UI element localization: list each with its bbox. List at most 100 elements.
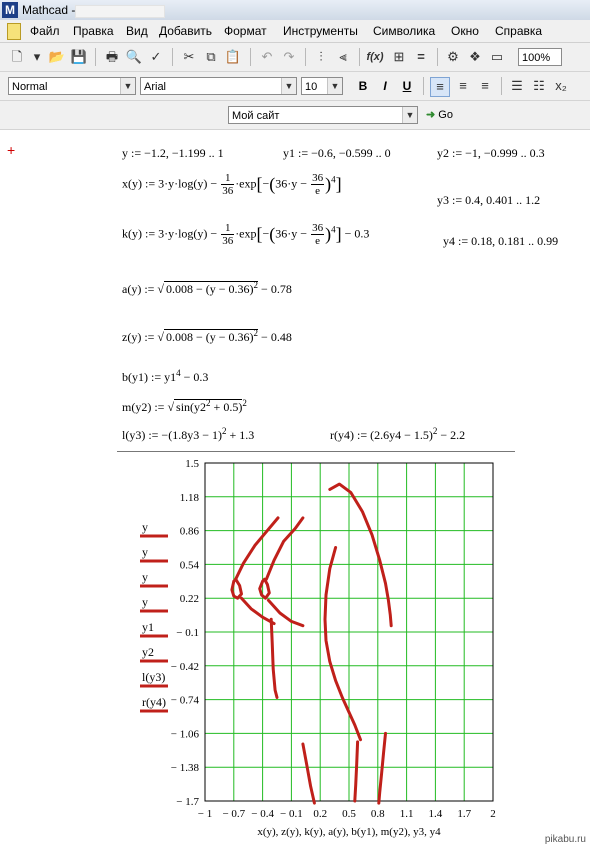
align-down-icon[interactable]: ⫷ [334,48,352,66]
toolbar-separator [437,48,438,66]
x-tick-label: 1.4 [429,808,443,820]
component-wizard-icon[interactable]: ⚙ [444,48,462,66]
insert-unit-icon[interactable]: ⊞ [390,48,408,66]
window-icon[interactable]: ▭ [488,48,506,66]
series-line [301,742,316,805]
series-line [269,617,279,699]
menu-bar: Файл Правка Вид Добавить Формат Инструме… [0,20,590,43]
align-center-icon[interactable]: ≡ [454,77,472,95]
go-button[interactable]: ➜ Go [426,106,453,124]
menu-tools[interactable]: Инструменты [283,24,358,38]
x-tick-label: 1.7 [457,808,471,820]
print-icon[interactable]: 🖶 [103,48,121,66]
y-tick-label: − 1.7 [176,796,199,808]
menu-window[interactable]: Окно [451,24,479,38]
legend-entry: l(y3) [142,670,165,684]
x-axis-label: x(y), z(y), k(y), a(y), b(y1), m(y2), y3… [257,826,441,838]
redacted-filename [75,5,165,18]
mathcad-logo-icon: M [2,2,18,18]
bold-button[interactable]: B [354,77,372,95]
resource-center-icon[interactable]: ❖ [466,48,484,66]
underline-button[interactable]: U [398,77,416,95]
series-line [258,577,271,600]
cut-icon[interactable]: ✂ [180,48,198,66]
chevron-down-icon[interactable]: ▼ [327,78,342,94]
toolbar-separator [250,48,251,66]
x-tick-label: 0.5 [342,808,356,820]
xy-plot[interactable]: − 1 − 0.7 − 0.4 − 0.1 0.2 0.5 0.8 1.1 1.4 1.7 2 1.5… [0,130,590,848]
toolbar-separator [305,48,306,66]
style-value: Normal [12,81,48,93]
y-tick-label: − 1.06 [171,728,200,740]
y-tick-label: − 0.1 [176,627,199,639]
y-tick-label: − 0.42 [171,661,199,673]
zoom-value: 100% [522,52,551,64]
x-tick-label: 2 [490,808,496,820]
legend-entry: y2 [142,645,154,659]
y-tick-label: 0.86 [180,526,200,538]
redo-icon[interactable]: ↷ [280,48,298,66]
legend-entry: y [142,570,148,584]
window-title: Mathcad - [22,3,76,17]
x-tick-label: 1.1 [400,808,414,820]
menu-help[interactable]: Справка [495,24,542,38]
series-line [230,577,243,600]
series-line [353,740,360,803]
menu-view[interactable]: Вид [126,24,148,38]
x-tick-label: − 1 [198,808,212,820]
y-tick-label: 1.5 [185,458,199,470]
print-preview-icon[interactable]: 🔍 [125,48,143,66]
y-tick-label: − 0.74 [171,695,200,707]
insert-function-icon[interactable]: f(x) [366,48,384,66]
italic-button[interactable]: I [376,77,394,95]
toolbar-separator [172,48,173,66]
copy-icon[interactable]: ⧉ [202,48,220,66]
site-combo[interactable]: Мой сайт ▼ [228,106,418,124]
open-folder-icon[interactable]: 📂 [48,48,66,66]
new-document-icon[interactable]: 🗋 [8,48,26,66]
align-left-icon[interactable]: ≡ [430,77,450,97]
subscript-icon[interactable]: x₂ [552,77,570,95]
chevron-down-icon[interactable]: ▼ [281,78,296,94]
resources-toolbar: Мой сайт ▼ ➜ Go [0,101,590,130]
align-across-icon[interactable]: ⫶ [312,48,330,66]
legend-entry: y [142,595,148,609]
font-value: Arial [144,81,167,93]
series-line [377,731,387,805]
style-combo[interactable]: Normal ▼ [8,77,136,95]
align-right-icon[interactable]: ≡ [476,77,494,95]
menu-format[interactable]: Формат [224,24,267,38]
chevron-down-icon[interactable]: ▼ [402,107,417,123]
menu-file[interactable]: Файл [30,24,60,38]
go-label: Go [438,109,453,121]
font-size-combo[interactable]: 10 ▼ [301,77,343,95]
legend-entry: r(y4) [142,695,166,709]
spell-check-icon[interactable]: ✓ [147,48,165,66]
save-icon[interactable]: 💾 [70,48,88,66]
worksheet[interactable]: + y := −1.2, −1.199 .. 1 y1 := −0.6, −0.… [0,130,590,848]
chevron-down-icon[interactable]: ▼ [120,78,135,94]
menu-insert[interactable]: Добавить [159,24,212,38]
document-icon[interactable] [7,23,21,40]
y-tick-label: 1.18 [180,492,200,504]
menu-edit[interactable]: Правка [73,24,114,38]
go-arrow-icon: ➜ [426,109,436,121]
calculate-icon[interactable]: = [412,48,430,66]
watermark: pikabu.ru [544,834,586,845]
numbering-icon[interactable]: ☷ [530,77,548,95]
undo-icon[interactable]: ↶ [258,48,276,66]
series-line [323,546,362,742]
paste-icon[interactable]: 📋 [224,48,242,66]
y-tick-label: 0.22 [180,593,199,605]
legend-entry: y [142,520,148,534]
font-combo[interactable]: Arial ▼ [140,77,297,95]
bullets-icon[interactable]: ☰ [508,77,526,95]
zoom-combo[interactable]: 100% [518,48,562,66]
x-tick-label: − 0.1 [280,808,303,820]
formatting-toolbar: Normal ▼ Arial ▼ 10 ▼ B I U ≡ ≡ ≡ ☰ ☷ x₂ [0,72,590,101]
toolbar-separator [359,48,360,66]
dropdown-arrow-icon[interactable]: ▾ [28,48,46,66]
x-tick-label: 0.2 [313,808,327,820]
menu-symbolics[interactable]: Символика [373,24,435,38]
standard-toolbar: 🗋 ▾ 📂 💾 🖶 🔍 ✓ ✂ ⧉ 📋 ↶ ↷ ⫶ ⫷ f(x) ⊞ = ⚙ ❖… [0,43,590,72]
